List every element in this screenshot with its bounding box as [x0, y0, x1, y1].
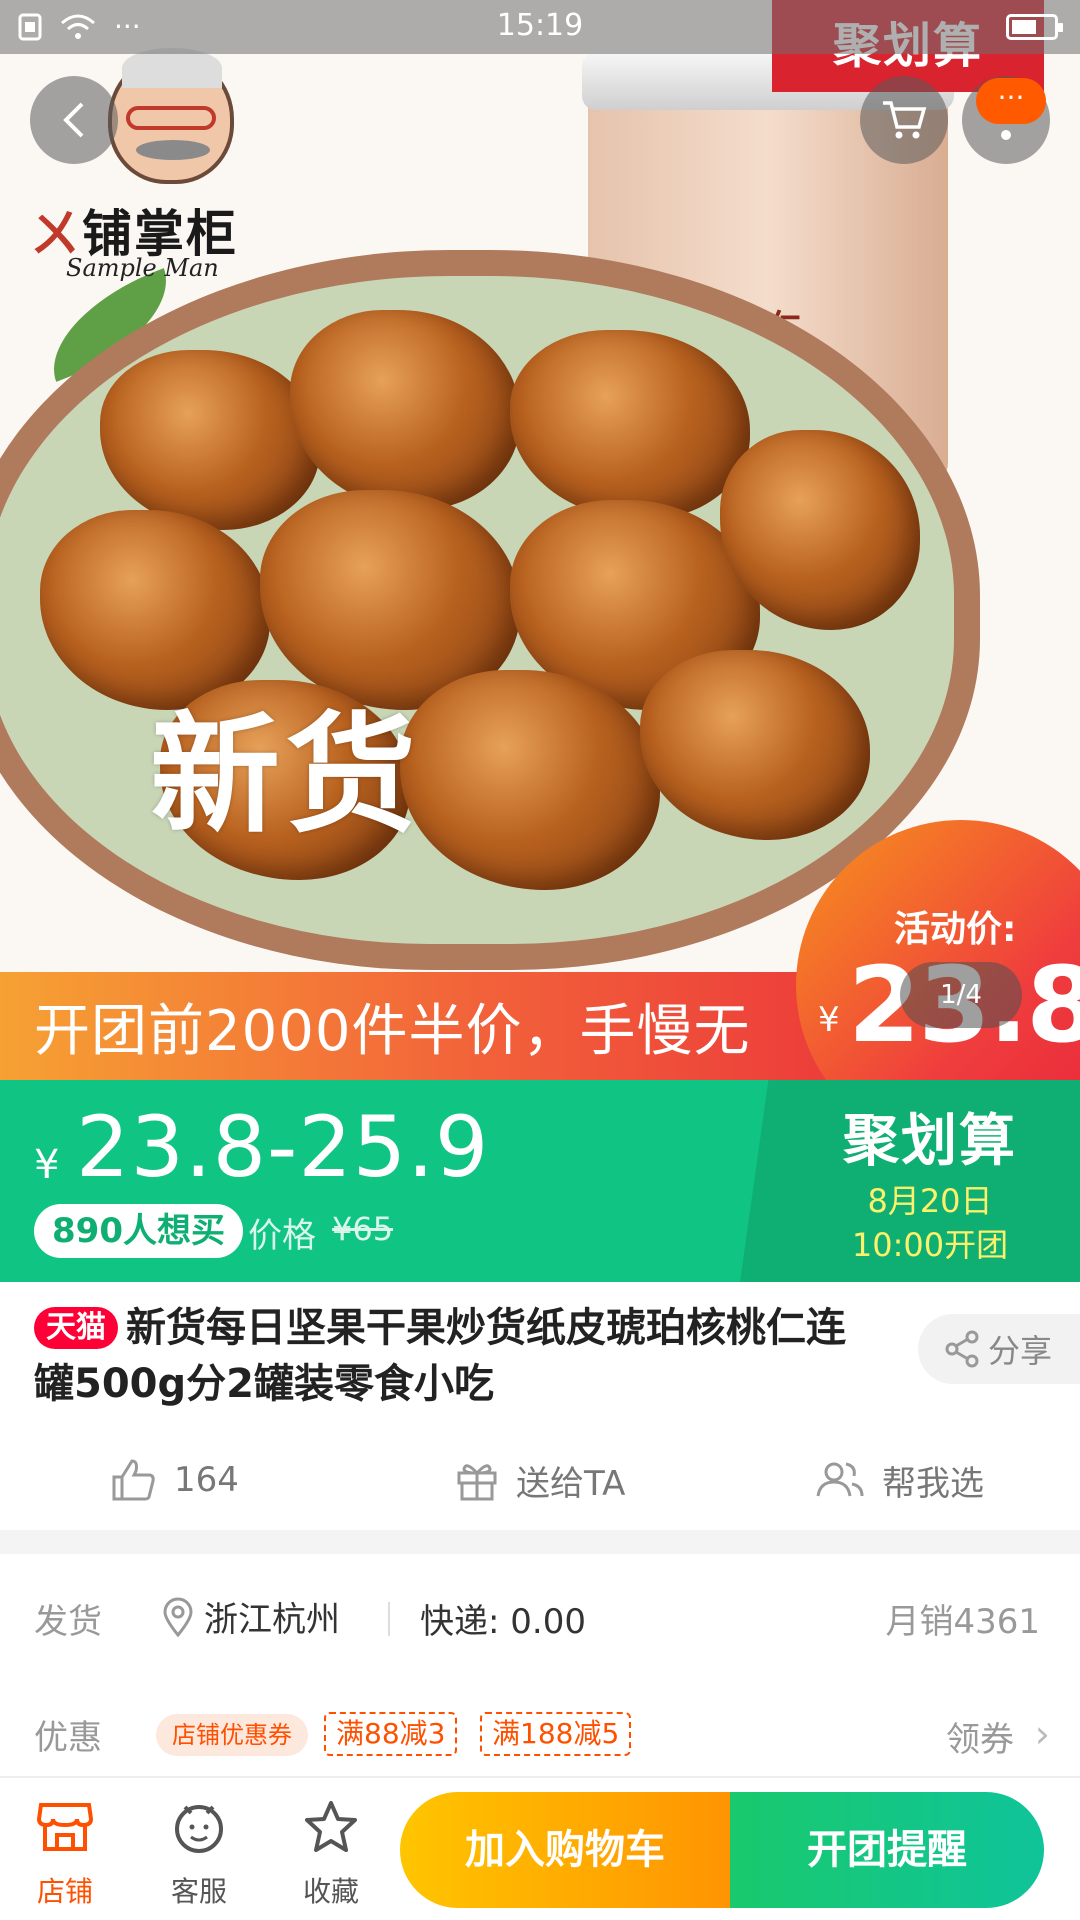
back-button[interactable]: [30, 76, 118, 164]
clock: 15:19: [496, 8, 584, 43]
tab-customer-service[interactable]: 客服: [144, 1792, 254, 1910]
actions-row: 164 送给TA 帮我选: [0, 1440, 1080, 1520]
bottom-action-bar: 店铺 客服 收藏 加入购物车 开团提醒: [0, 1776, 1080, 1920]
share-label: 分享: [988, 1332, 1053, 1370]
star-icon: [305, 1801, 357, 1852]
gift-icon: [457, 1464, 497, 1501]
new-stock-overlay: 新货: [150, 699, 423, 851]
product-image-carousel[interactable]: 琥珀桃仁 聚划算 ㄨ铺掌柜 Sample Man 新货 开团前2000件半价，手…: [0, 0, 1080, 1080]
image-pager: 1/4: [900, 962, 1022, 1028]
coupon-tag: 满188减5: [480, 1712, 632, 1756]
help-choose-button[interactable]: 帮我选: [816, 1440, 984, 1520]
want-count-badge: 890人想买: [34, 1204, 243, 1258]
get-coupon-button[interactable]: 领券: [946, 1712, 1014, 1761]
tab-label: 店铺: [36, 1875, 93, 1908]
ship-location: 浙江杭州: [204, 1600, 340, 1640]
cart-icon: [883, 101, 927, 139]
status-bar: ··· 15:19: [0, 0, 1080, 54]
product-title: 天猫 新货每日坚果干果炒货纸皮琥珀核桃仁连罐500g分2罐装零食小吃: [34, 1300, 884, 1412]
location-pin-icon: [163, 1597, 193, 1637]
coupon-tag: 满88减3: [324, 1712, 458, 1756]
chevron-left-icon: [63, 102, 84, 138]
message-badge[interactable]: ···: [976, 78, 1046, 124]
tmall-badge: 天猫: [34, 1307, 118, 1349]
price-range: 23.8-25.9: [76, 1098, 490, 1196]
gift-button[interactable]: 送给TA: [456, 1440, 625, 1520]
thumbs-up-icon: [112, 1459, 155, 1501]
store-icon: [37, 1803, 93, 1851]
price-bar: ¥ 23.8-25.9 890人想买 价格 ¥65 聚划算 8月20日 10:0…: [0, 1080, 1080, 1282]
shop-coupon-tag: 店铺优惠券: [156, 1714, 308, 1756]
chevron-right-icon: ›: [1034, 1712, 1050, 1756]
add-to-cart-button[interactable]: 加入购物车: [400, 1792, 730, 1908]
original-price-label: 价格: [248, 1216, 316, 1256]
like-count: 164: [174, 1460, 239, 1500]
shipping-row: 发货 浙江杭州 快递: 0.00 月销4361: [0, 1564, 1080, 1674]
tab-label: 收藏: [302, 1875, 359, 1908]
group-remind-button[interactable]: 开团提醒: [730, 1792, 1044, 1908]
customer-service-icon: [175, 1805, 223, 1853]
jhs-date: 8月20日: [867, 1182, 993, 1220]
dot-icon: [1001, 130, 1011, 140]
battery-icon: [1006, 14, 1063, 40]
express-fee: 快递: 0.00: [420, 1602, 586, 1642]
share-button[interactable]: 分享: [918, 1314, 1080, 1384]
discount-row[interactable]: 优惠 店铺优惠券 满88减3 满188减5 领券 ›: [0, 1680, 1080, 1790]
help-label: 帮我选: [882, 1463, 984, 1504]
cart-button[interactable]: [860, 76, 948, 164]
price-currency: ¥: [34, 1142, 60, 1188]
monthly-sales: 月销4361: [885, 1602, 1040, 1642]
share-icon: [945, 1330, 979, 1368]
jhs-title: 聚划算: [843, 1109, 1017, 1174]
discount-label: 优惠: [34, 1718, 102, 1758]
product-title-text: 新货每日坚果干果炒货纸皮琥珀核桃仁连罐500g分2罐装零食小吃: [34, 1305, 846, 1407]
gift-label: 送给TA: [516, 1463, 626, 1504]
people-icon: [816, 1462, 864, 1497]
tab-store[interactable]: 店铺: [10, 1792, 120, 1910]
promo-currency: ¥: [818, 1000, 840, 1040]
shipping-label: 发货: [34, 1602, 102, 1642]
divider: [388, 1602, 390, 1636]
like-button[interactable]: 164: [112, 1440, 239, 1520]
tab-favorite[interactable]: 收藏: [276, 1792, 386, 1910]
tab-label: 客服: [170, 1875, 227, 1908]
jhs-time: 10:00开团: [851, 1226, 1009, 1264]
promo-banner-text: 开团前2000件半价，手慢无: [34, 999, 751, 1064]
section-divider: [0, 1530, 1080, 1554]
original-price: ¥65: [332, 1210, 394, 1248]
